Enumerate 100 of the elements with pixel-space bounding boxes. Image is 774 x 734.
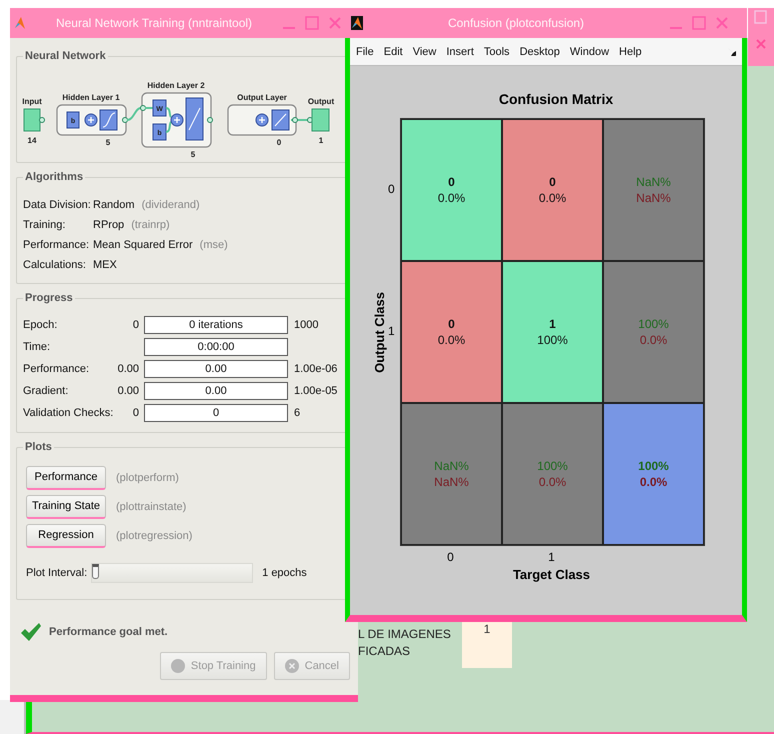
layer-label: Hidden Layer 1 [62, 93, 120, 102]
cell-value: NaN% [636, 174, 671, 190]
axis-tick: 0 [447, 550, 454, 564]
progress-field: 0 [144, 404, 288, 422]
field-value: Mean Squared Error [93, 239, 193, 251]
field-label: Time: [23, 341, 52, 353]
menu-item[interactable]: Tools [484, 46, 510, 58]
menu-item[interactable]: Insert [446, 46, 474, 58]
field-label: Plot Interval: [26, 567, 88, 579]
field-label: Performance: [23, 239, 90, 251]
target-value: 1.00e-06 [294, 363, 338, 375]
cell-value: 0.0% [438, 190, 466, 206]
table-label: FICADAS [358, 643, 412, 660]
menu-item[interactable]: Desktop [520, 46, 560, 58]
axis-label: Output Class [372, 292, 386, 372]
menu-item[interactable]: Edit [384, 46, 403, 58]
progress-field: 0.00 [144, 382, 288, 400]
cancel-icon [284, 659, 299, 673]
close-icon[interactable] [715, 16, 729, 30]
maximize-icon[interactable] [305, 16, 319, 30]
cell-value: NaN% [434, 458, 469, 474]
menu-item[interactable]: View [412, 46, 436, 58]
weight-block [152, 100, 166, 116]
window-title: Neural Network Training (nntraintool) [54, 16, 254, 30]
plot-button[interactable]: Performance [26, 466, 106, 490]
function-name: (trainrp) [131, 219, 170, 231]
close-icon[interactable] [328, 16, 342, 30]
axis-tick: 1 [548, 550, 555, 564]
field-label: Calculations: [23, 259, 87, 271]
plot-button[interactable]: Training State [26, 494, 106, 518]
group-title: Plots [25, 441, 52, 453]
output-size: 1 [318, 136, 324, 145]
start-value: 0.00 [117, 385, 139, 397]
field-label: Performance: [23, 363, 90, 375]
field-label: Training: [23, 219, 66, 231]
target-value: 1.00e-05 [294, 385, 338, 397]
progress-field: 0.00 [144, 360, 288, 378]
field-value: Random [93, 199, 135, 211]
cell-value: 0 [549, 174, 556, 190]
field-label: Gradient: [23, 385, 70, 397]
status-message: Performance goal met. [49, 626, 168, 638]
start-value: 0.00 [117, 363, 139, 375]
window-title: Confusion (plotconfusion) [446, 16, 586, 30]
axis-label: Target Class [512, 567, 590, 582]
layer-size: 5 [106, 138, 110, 147]
function-name: (mse) [200, 239, 228, 251]
field-label: Epoch: [23, 319, 58, 331]
connector-node-icon [207, 117, 213, 123]
cell-value: 0.0% [640, 332, 668, 348]
connector-line [126, 107, 142, 121]
progress-field: 0:00:00 [144, 338, 288, 356]
field-value: MEX [93, 259, 117, 271]
layer-label: Hidden Layer 2 [147, 81, 205, 90]
function-name: (dividerand) [142, 199, 200, 211]
cell-value: 1 [549, 316, 556, 332]
chart-title: Confusion Matrix [498, 91, 614, 109]
menu-item[interactable]: Help [619, 46, 642, 58]
start-value: 0 [132, 407, 139, 419]
field-label: Data Division: [23, 199, 92, 211]
maximize-icon[interactable] [754, 10, 768, 24]
field-label: Validation Checks: [23, 407, 114, 419]
field-value: RProp [93, 219, 124, 231]
connector-node-icon [292, 117, 298, 123]
close-icon[interactable] [755, 38, 767, 50]
connector-line [291, 119, 309, 121]
cell-value: 0 [448, 316, 455, 332]
cell-value: 0.0% [438, 332, 466, 348]
output-block [312, 108, 330, 132]
axis-tick: 1 [388, 324, 395, 338]
group-title: Algorithms [25, 171, 84, 183]
output-label: Output [308, 97, 334, 106]
connector-node-icon [39, 117, 45, 123]
matlab-logo-icon [351, 16, 363, 30]
menu-item[interactable]: File [356, 46, 374, 58]
connector-line [166, 107, 172, 118]
group-title: Progress [25, 292, 73, 304]
matlab-logo-icon [14, 16, 26, 30]
cell-value: 100% [537, 332, 568, 348]
cell-value: 100% [537, 458, 568, 474]
checkmark-icon [20, 622, 42, 642]
function-name: (plotregression) [116, 530, 192, 542]
menu-item[interactable]: Window [570, 46, 610, 58]
connector-node-icon [122, 117, 128, 123]
maximize-icon[interactable] [692, 16, 706, 30]
input-size: 14 [28, 136, 36, 145]
group-title: Neural Network [25, 50, 106, 62]
plot-button[interactable]: Regression [26, 524, 106, 548]
function-name: (plottrainstate) [116, 500, 186, 512]
slider-track[interactable] [91, 563, 254, 583]
layer-label: Output Layer [237, 93, 287, 102]
cell-value: 0.0% [640, 474, 668, 490]
connector-line [145, 107, 153, 109]
slider-thumb[interactable] [92, 564, 100, 579]
layer-size: 5 [190, 150, 196, 158]
table-label: L DE IMAGENES [358, 626, 451, 643]
bias-block [66, 112, 80, 128]
axis-tick: 0 [388, 182, 395, 196]
cell-value: 0.0% [538, 474, 566, 490]
slider-reading: 1 epochs [262, 567, 307, 579]
start-value: 0 [132, 319, 139, 331]
